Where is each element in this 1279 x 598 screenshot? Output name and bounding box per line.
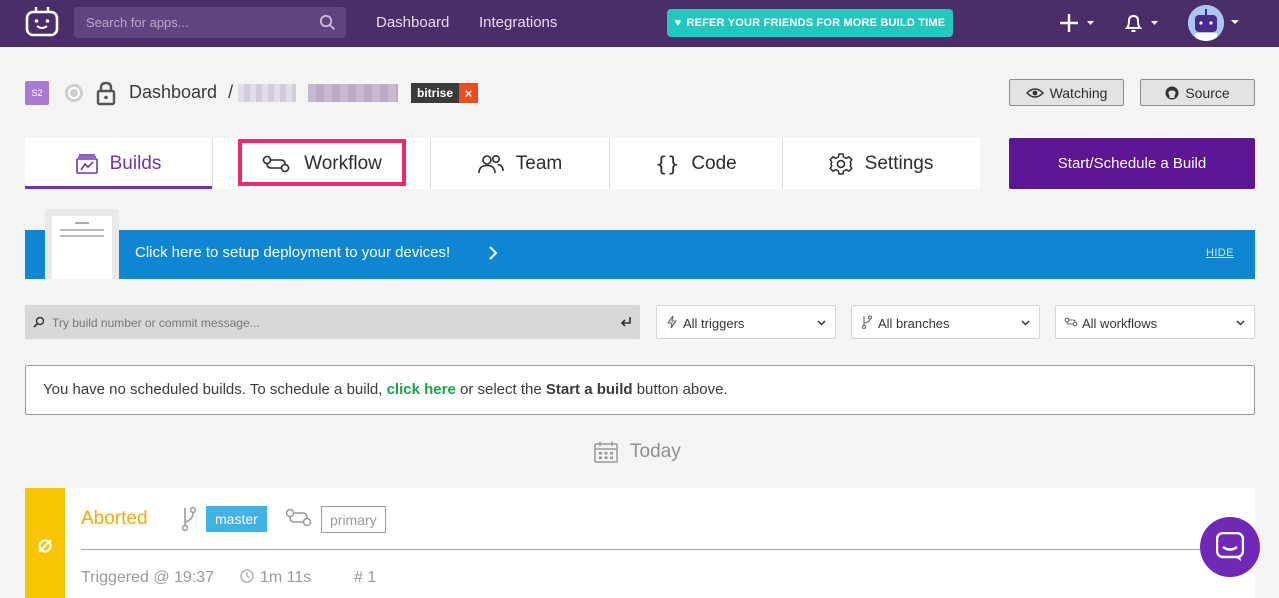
device-illustration [45,209,119,279]
notice-text: or select the [455,381,546,398]
breadcrumb-dashboard-link[interactable]: Dashboard [129,82,217,102]
remove-tag-button[interactable]: × [459,83,479,103]
workflow-badge[interactable]: primary [321,506,386,533]
clock-icon [240,569,254,583]
branch-badge[interactable]: master [206,506,267,532]
app-tab-bar: Builds Workflow Team {} Code Settings [25,138,980,189]
calendar-icon [594,441,618,463]
refer-text-strong: MORE BUILD TIME [843,17,946,29]
date-group-label: Today [630,441,681,462]
redacted-app-name [308,84,398,102]
tab-builds-label: Builds [109,152,162,174]
eye-icon [1025,87,1044,98]
robot-avatar-icon [1188,5,1224,41]
tab-workflow-label: Workflow [304,152,382,174]
refer-friends-button[interactable]: ♥ REFER YOUR FRIENDS FOR MORE BUILD TIME [667,9,953,37]
aborted-icon [38,539,52,553]
notice-text: button above. [632,381,728,398]
workflows-filter-value: All workflows [1082,316,1158,331]
triggers-filter-select[interactable]: All triggers [656,305,836,339]
schedule-build-link[interactable]: click here [387,381,456,398]
notice-text: You have no scheduled builds. To schedul… [43,381,387,398]
build-duration: 1m 11s [260,569,312,586]
app-status-circle-icon [65,84,83,102]
tab-settings-label: Settings [864,152,934,174]
branches-filter-select[interactable]: All branches [851,305,1040,339]
build-list-item[interactable]: Aborted master primary Triggered @ 19:37… [25,488,1255,598]
breadcrumb-separator: / [228,82,234,102]
workflow-icon [285,508,312,527]
date-group-header: Today [594,441,681,463]
branch-icon [861,315,873,329]
lightning-icon [666,315,678,329]
notifications-bell-icon[interactable] [1122,12,1162,34]
scheduled-builds-notice: You have no scheduled builds. To schedul… [25,365,1255,415]
tab-settings[interactable]: Settings [782,138,980,189]
workflow-icon [262,155,290,172]
source-button[interactable]: Source [1140,79,1255,106]
bitrise-logo-icon[interactable] [24,6,60,38]
tab-team[interactable]: Team [430,138,610,189]
builds-icon [75,153,98,174]
tab-workflow[interactable]: Workflow [238,138,406,189]
watching-label: Watching [1049,84,1108,101]
tab-active-indicator [25,186,212,189]
build-status-stripe [25,488,65,598]
app-tag-label: bitrise [411,83,460,103]
branch-icon [181,506,197,532]
chevron-down-icon [1231,20,1239,24]
triggers-filter-value: All triggers [683,316,745,331]
tab-code[interactable]: {} Code [609,138,783,189]
workflow-icon [1064,317,1078,327]
app-tag: bitrise × [411,83,479,103]
lock-icon [96,81,116,106]
redacted-app-owner [238,84,296,102]
refer-text: REFER YOUR FRIENDS FOR [686,17,841,29]
search-icon[interactable] [319,14,336,31]
watching-button[interactable]: Watching [1009,79,1124,106]
build-triggered-time: Triggered @ 19:37 [81,569,215,586]
start-schedule-build-button[interactable]: Start/Schedule a Build [1009,138,1255,189]
app-search-placeholder: Search for apps... [86,15,189,30]
hide-banner-link[interactable]: HIDE [1206,247,1234,259]
chevron-right-icon[interactable] [486,244,500,262]
chevron-down-icon [1021,320,1030,326]
tab-builds[interactable]: Builds [25,138,212,189]
enter-key-icon [620,317,631,327]
app-search-input[interactable]: Search for apps... [74,7,346,38]
source-label: Source [1185,84,1230,101]
deployment-banner-text[interactable]: Click here to setup deployment to your d… [135,244,450,261]
code-braces-icon: {} [655,151,680,176]
build-search-input[interactable]: Try build number or commit message... [25,305,640,339]
team-icon [477,154,504,173]
add-menu-plus-icon[interactable] [1058,12,1096,34]
chevron-down-icon [1236,320,1245,326]
nav-link-dashboard[interactable]: Dashboard [376,14,449,31]
breadcrumb: Dashboard / [129,82,233,103]
branches-filter-value: All branches [878,316,950,331]
build-number: # 1 [354,569,377,586]
avatar[interactable] [1188,5,1224,41]
chat-icon [1216,532,1244,561]
app-avatar: S2 [25,81,49,105]
divider [81,549,1231,550]
support-chat-button[interactable] [1200,517,1260,577]
chevron-down-icon [817,320,826,326]
search-icon [33,316,45,328]
github-icon [1165,86,1179,99]
notice-text-strong: Start a build [545,381,633,398]
build-status: Aborted [81,508,148,529]
workflows-filter-select[interactable]: All workflows [1055,305,1255,339]
tab-divider [212,138,213,189]
nav-link-integrations[interactable]: Integrations [479,14,557,31]
top-navigation-bar: Search for apps... Dashboard Integration… [0,0,1279,47]
tab-team-label: Team [515,152,563,174]
heart-icon: ♥ [674,17,682,29]
user-menu[interactable] [1188,5,1244,41]
tab-code-label: Code [691,152,737,174]
build-search-placeholder: Try build number or commit message... [52,316,260,330]
gear-icon [828,152,853,175]
